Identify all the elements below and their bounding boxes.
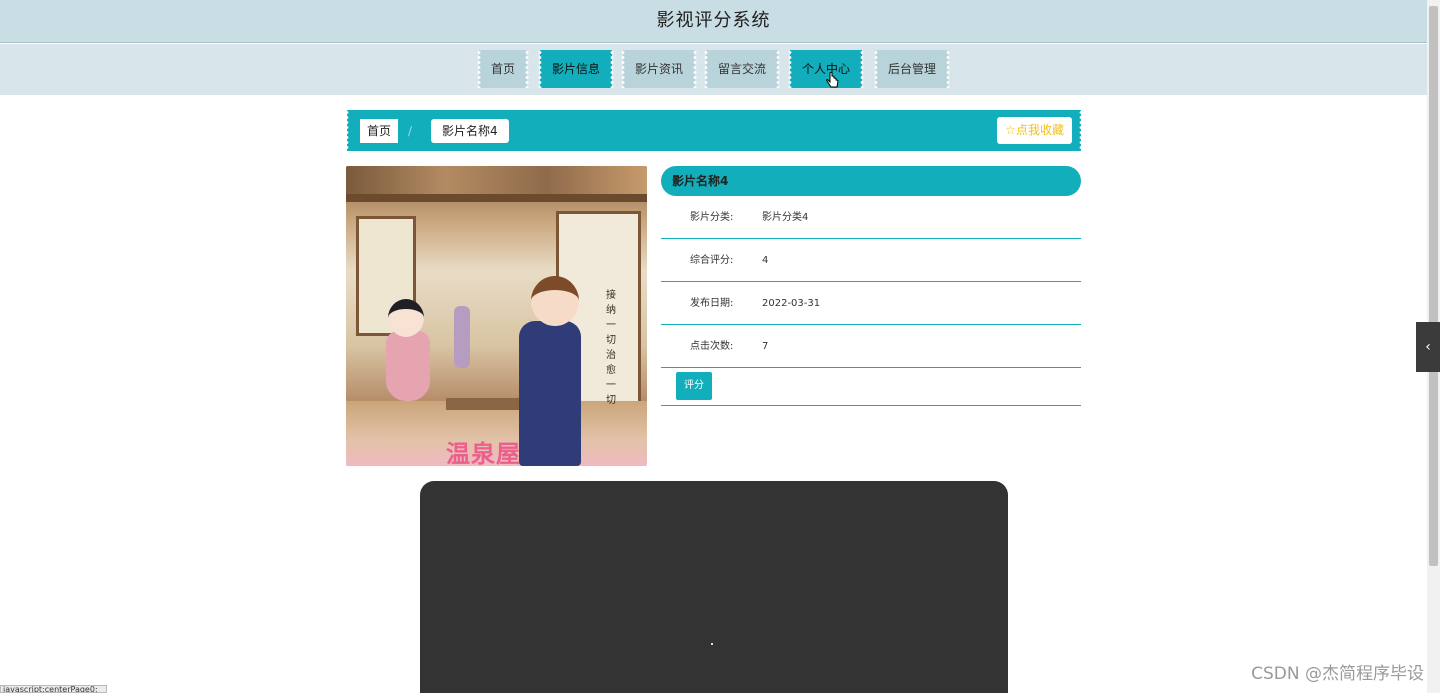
status-bar-url: javascript:centerPage0; xyxy=(0,685,107,693)
loading-indicator xyxy=(711,643,713,645)
breadcrumb-separator: / xyxy=(408,124,413,138)
info-value: 影片分类4 xyxy=(762,212,809,223)
nav-item-home[interactable]: 首页 xyxy=(477,50,529,88)
info-row-category: 影片分类: 影片分类4 xyxy=(661,196,1081,239)
poster-logo: 温泉屋 xyxy=(446,439,521,466)
info-value: 4 xyxy=(762,255,769,266)
info-value: 2022-03-31 xyxy=(762,298,821,309)
poster-art xyxy=(346,194,647,202)
scrollbar-thumb[interactable] xyxy=(1429,6,1438,566)
breadcrumb-current: 影片名称4 xyxy=(431,119,509,143)
site-title: 影视评分系统 xyxy=(656,10,771,31)
ticket-edge xyxy=(345,110,349,151)
info-value: 7 xyxy=(762,341,769,352)
poster-art xyxy=(446,398,526,410)
ticket-edge xyxy=(788,50,792,88)
poster-art xyxy=(388,299,424,337)
movie-title: 影片名称4 xyxy=(661,166,1081,196)
hand-pointer-icon xyxy=(826,72,839,88)
site-header: 影视评分系统 xyxy=(0,0,1427,43)
ticket-edge xyxy=(946,50,950,88)
nav-item-label: 留言交流 xyxy=(717,62,766,76)
info-row-click-count: 点击次数: 7 xyxy=(661,325,1081,368)
nav-item-label: 后台管理 xyxy=(887,62,936,76)
poster-art xyxy=(346,166,647,194)
nav-item-messages[interactable]: 留言交流 xyxy=(704,50,780,88)
ticket-edge xyxy=(538,50,542,88)
nav-item-admin[interactable]: 后台管理 xyxy=(874,50,950,88)
breadcrumb-home-link[interactable]: 首页 xyxy=(360,119,399,143)
nav-item-movie-news[interactable]: 影片资讯 xyxy=(621,50,697,88)
info-label: 点击次数: xyxy=(690,341,734,352)
info-label: 综合评分: xyxy=(690,255,734,266)
nav-item-label: 首页 xyxy=(490,62,515,76)
info-row-rating: 综合评分: 4 xyxy=(661,239,1081,282)
watermark: CSDN @杰简程序毕设 xyxy=(1251,664,1424,684)
poster-art xyxy=(386,331,430,401)
ticket-edge xyxy=(477,50,481,88)
breadcrumb: 首页 / 影片名称4 ☆点我收藏 xyxy=(345,110,1083,151)
ticket-edge xyxy=(621,50,625,88)
ticket-edge xyxy=(860,50,864,88)
poster-art xyxy=(531,276,579,326)
ticket-edge xyxy=(693,50,697,88)
ticket-edge xyxy=(525,50,529,88)
info-label: 影片分类: xyxy=(690,212,734,223)
video-player[interactable] xyxy=(420,481,1008,693)
nav-item-movie-info[interactable]: 影片信息 xyxy=(538,50,614,88)
side-panel-toggle[interactable]: ‹ xyxy=(1416,322,1440,372)
rate-row: 评分 xyxy=(661,368,1081,406)
info-label: 发布日期: xyxy=(690,298,734,309)
main-nav: 首页 影片信息 影片资讯 留言交流 个人中心 后台管理 xyxy=(0,44,1427,95)
nav-item-label: 影片资讯 xyxy=(634,62,683,76)
movie-poster: 接纳一切治愈一切 温泉屋 xyxy=(346,166,647,466)
nav-item-label: 影片信息 xyxy=(551,62,600,76)
poster-art xyxy=(454,306,470,368)
poster-art xyxy=(519,321,581,466)
favorite-button[interactable]: ☆点我收藏 xyxy=(997,117,1072,144)
info-row-release-date: 发布日期: 2022-03-31 xyxy=(661,282,1081,325)
ticket-edge xyxy=(874,50,878,88)
ticket-edge xyxy=(704,50,708,88)
poster-vertical-text: 接纳一切治愈一切 xyxy=(606,290,616,406)
rate-button[interactable]: 评分 xyxy=(676,372,712,400)
ticket-edge xyxy=(610,50,614,88)
chevron-left-icon: ‹ xyxy=(1425,339,1431,355)
page: 影视评分系统 首页 影片信息 影片资讯 留言交流 个人中心 后台管理 首页 / … xyxy=(0,0,1440,693)
ticket-edge xyxy=(1079,110,1083,151)
ticket-edge xyxy=(776,50,780,88)
